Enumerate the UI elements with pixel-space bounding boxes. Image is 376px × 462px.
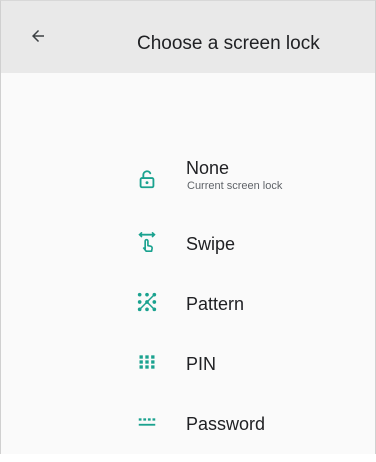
back-button[interactable]	[23, 23, 53, 53]
app-bar: Choose a screen lock	[1, 1, 375, 73]
pin-keypad-icon	[135, 350, 159, 374]
option-pin[interactable]: PIN	[1, 346, 375, 402]
option-pattern[interactable]: Pattern	[1, 286, 375, 342]
pattern-dots-icon	[135, 290, 159, 314]
option-swipe[interactable]: Swipe	[1, 226, 375, 282]
option-password[interactable]: Password	[1, 406, 375, 462]
page-title: Choose a screen lock	[137, 33, 320, 54]
password-icon	[135, 410, 159, 434]
option-label: Password	[186, 414, 266, 434]
option-none[interactable]: None Current screen lock	[1, 141, 375, 197]
unlocked-padlock-icon	[135, 167, 159, 191]
option-sublabel: Current screen lock	[187, 180, 283, 192]
arrow-back-icon	[29, 27, 47, 50]
option-label: Swipe	[186, 234, 236, 254]
screen: Choose a screen lock None Current screen…	[0, 0, 376, 454]
swipe-hand-icon	[135, 230, 159, 254]
option-label: PIN	[186, 354, 217, 374]
option-label: None	[186, 158, 230, 178]
option-label: Pattern	[186, 294, 245, 314]
